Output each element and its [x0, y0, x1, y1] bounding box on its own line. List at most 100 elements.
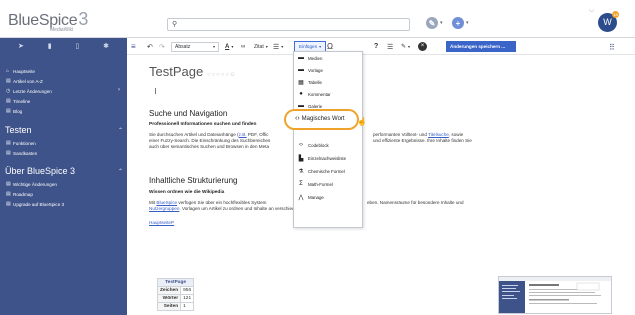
menu-item-label: Tabelle	[308, 80, 322, 85]
sidebar-item-roadmap[interactable]: ▤ Roadmap	[6, 191, 33, 197]
hand-cursor-icon: ☝	[357, 117, 367, 126]
paragraph-select-value: Absatz	[175, 43, 191, 50]
template-icon: ▬	[298, 67, 304, 73]
sidebar-item-funktionen[interactable]: ▤ Funktionen	[6, 140, 36, 146]
menu-item-template[interactable]: ▬ Vorlage	[297, 67, 323, 73]
list-icon: ☰	[273, 43, 280, 51]
logo[interactable]: BlueSpice3 MediaWiki	[8, 7, 120, 35]
edit-mode-button[interactable]: ✎ ▾	[401, 41, 410, 52]
sidebar-item-wichtige-aenderungen[interactable]: ▤ Wichtige Änderungen	[6, 181, 57, 187]
apps-grid-icon[interactable]: ⠿	[609, 43, 615, 52]
menu-item-media[interactable]: ▬ Medien	[297, 55, 322, 61]
table-cell-key: Zeichen	[156, 286, 182, 295]
save-changes-button[interactable]: Änderungen speichern ...	[446, 41, 516, 52]
paragraph-text: einer Fuzzy-Search. Die Einschränkung de…	[149, 138, 271, 144]
menu-item-codeblock[interactable]: ‹› Codeblock	[297, 142, 329, 148]
sidebar-item-label: Letzte Änderungen	[13, 88, 52, 94]
book-icon[interactable]: ▮	[48, 42, 52, 50]
page-icon: ▤	[6, 181, 11, 187]
redo-icon: ↷	[159, 43, 165, 51]
close-icon: ×	[418, 42, 427, 51]
text-style-button[interactable]: A ▾	[225, 41, 233, 52]
menu-item-table[interactable]: ▦ Tabelle	[297, 79, 322, 86]
table-row: Seiten 1	[156, 302, 195, 311]
sidebar-item-label: Artikel von A-Z	[13, 78, 43, 84]
paragraph-text: und effiziente Ergebnisse. Ihre Inhalte …	[373, 138, 472, 144]
table-row: Wörter 121	[156, 294, 195, 303]
new-page-menu-button[interactable]: ✎ ▾	[426, 16, 443, 30]
chevron-up-icon[interactable]: ⌃	[118, 127, 123, 134]
search-icon: ⚲	[172, 21, 178, 28]
search-input[interactable]	[182, 20, 404, 29]
section-testen-heading[interactable]: Testen	[5, 125, 32, 135]
menu-item-math-formula[interactable]: Σ Math-Formel	[297, 181, 333, 187]
chevron-down-icon: ▾	[231, 44, 234, 49]
section-about-heading[interactable]: Über BlueSpice 3	[5, 166, 75, 176]
menu-item-manage[interactable]: ⋀ Manage	[297, 194, 324, 201]
plus-icon: +	[452, 17, 464, 29]
location-arrow-icon[interactable]: ➤	[18, 42, 24, 50]
undo-icon: ↶	[147, 43, 153, 51]
logo-version: 3	[78, 9, 89, 29]
sidebar-item-timeline[interactable]: ▤ Timeline	[6, 98, 30, 104]
menu-item-chemical-formula[interactable]: ⚗ Chemische Formel	[297, 168, 345, 175]
search-box[interactable]: ⚲	[167, 18, 410, 31]
menu-item-label: Vorlage	[308, 67, 323, 73]
paragraph-right: performanten Volltext- und Titelsuche, s…	[373, 132, 513, 144]
sidebar: ➤ ▮ ▯ ✱ ⌂ Hauptseite ▤ Artikel von A-Z ◷ Le…	[0, 38, 127, 315]
inline-link[interactable]: HauptseiteP	[149, 220, 174, 225]
sigma-icon: Σ	[299, 181, 303, 187]
chevron-up-icon[interactable]: ⌃	[118, 168, 123, 175]
chevron-down-icon: ▾	[265, 44, 268, 49]
inline-link[interactable]: Nutzergruppen	[149, 206, 179, 211]
references-icon: ▙	[298, 156, 304, 162]
add-menu-button[interactable]: + ▾	[452, 16, 469, 30]
page-title-text: TestPage	[149, 64, 204, 79]
table-cell-key: Seiten	[156, 302, 182, 311]
redo-button[interactable]: ↷	[159, 41, 165, 52]
page-options-button[interactable]: ☰	[387, 41, 393, 52]
menu-item-comment[interactable]: ● Kommentar	[297, 91, 331, 97]
hamburger-icon[interactable]: ≡	[131, 41, 136, 52]
inline-link[interactable]: z.B.	[239, 132, 247, 137]
sidebar-item-blog[interactable]: ▤ Blog	[6, 108, 22, 114]
sidebar-item-upgrade[interactable]: ▤ Upgrade auf BlueSpice 3	[6, 201, 64, 207]
cite-button[interactable]: Zitat ▾	[254, 41, 268, 52]
gear-icon[interactable]: ✱	[103, 42, 109, 50]
cancel-edit-button[interactable]: ×	[418, 41, 427, 52]
title-decoration: ○○○○○✩	[206, 72, 236, 78]
menu-item-references[interactable]: ▙ Einzelnachweisliste	[297, 155, 346, 162]
link-button[interactable]: ∞	[241, 41, 245, 52]
notification-badge[interactable]: 18	[612, 11, 619, 18]
paragraph-select[interactable]: Absatz ▾	[171, 41, 219, 52]
inline-link[interactable]: Titelsuche	[428, 132, 449, 137]
main-content: ≡ ↶ ↷ Absatz ▾ A ▾ ∞ Zitat ▾ ☰ ▾ Einfügen ▾ Ω…	[127, 38, 635, 315]
top-header: BlueSpice3 MediaWiki ⚲ ✎ ▾ + ▾ ◡ W 18	[0, 0, 635, 38]
home-icon: ⌂	[6, 68, 10, 74]
help-button[interactable]: ?	[374, 41, 378, 52]
main-page-link[interactable]: HauptseiteP	[149, 220, 209, 226]
sidebar-item-hauptseite[interactable]: ⌂ Hauptseite	[6, 68, 35, 74]
sidebar-item-artikel-a-z[interactable]: ▤ Artikel von A-Z	[6, 78, 43, 84]
paragraph-text: auch über semantisches Suchen und Browse…	[149, 144, 270, 150]
chevron-right-icon[interactable]: ›	[118, 87, 120, 93]
trash-icon[interactable]: ▯	[75, 42, 79, 50]
inline-link[interactable]: BlueSpice	[156, 200, 177, 205]
menu-item-magic-word[interactable]: ‹› Magisches Wort	[295, 115, 345, 122]
undo-button[interactable]: ↶	[147, 41, 153, 52]
list-icon: ▤	[6, 78, 11, 84]
timeline-icon: ▤	[6, 98, 11, 104]
menu-item-label: Chemische Formel	[308, 169, 345, 174]
page-icon: ▤	[6, 140, 11, 146]
chevron-down-icon: ▾	[408, 44, 411, 49]
sidebar-item-sandkasten[interactable]: ▤ Sandkasten	[6, 150, 37, 156]
table-cell-value: 1	[180, 302, 195, 311]
paragraph-text: verfügen Sie über ein hochflexibles Syst…	[177, 200, 267, 205]
screenshot-thumbnail[interactable]	[498, 276, 612, 314]
list-button[interactable]: ☰ ▾	[273, 41, 283, 52]
corner-icon: ◡	[589, 7, 595, 13]
sidebar-item-letzte-aenderungen[interactable]: ◷ Letzte Änderungen	[6, 88, 52, 94]
sidebar-item-label: Funktionen	[13, 140, 36, 146]
section-subheading: Wissen ordnen wie die Wikipedia	[149, 190, 225, 195]
sidebar-item-label: Timeline	[13, 98, 31, 104]
